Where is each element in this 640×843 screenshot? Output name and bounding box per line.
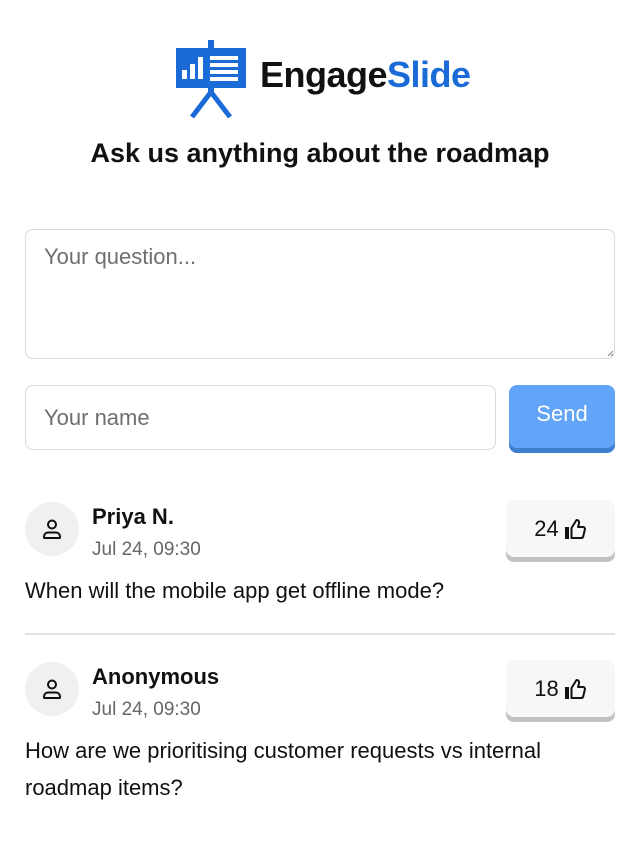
user-icon — [43, 519, 61, 539]
presentation-board-icon — [176, 40, 246, 118]
thumbs-up-icon — [564, 518, 586, 539]
brand-name-part2: Slide — [387, 54, 471, 95]
brand-name-part1: Engage — [260, 54, 388, 95]
question-timestamp: Jul 24, 09:30 — [92, 539, 201, 560]
avatar — [25, 662, 79, 716]
question-item: Priya N. Jul 24, 09:30 24 When will the … — [25, 500, 615, 635]
send-button[interactable]: Send — [509, 385, 615, 448]
name-input[interactable] — [25, 385, 496, 450]
brand-logo: EngageSlide — [172, 40, 471, 118]
question-list: Priya N. Jul 24, 09:30 24 When will the … — [25, 500, 615, 843]
thumbs-up-icon — [564, 678, 586, 699]
resize-handle-icon[interactable] — [606, 349, 614, 357]
vote-count: 24 — [534, 515, 559, 541]
upvote-button[interactable]: 24 — [506, 500, 615, 557]
question-text: When will the mobile app get offline mod… — [25, 578, 445, 603]
page-title: Ask us anything about the roadmap — [90, 138, 550, 168]
question-timestamp: Jul 24, 09:30 — [92, 699, 201, 720]
question-input[interactable] — [25, 229, 615, 359]
question-text: How are we prioritising customer request… — [25, 738, 541, 800]
question-author: Priya N. — [92, 504, 174, 529]
brand-name: EngageSlide — [260, 53, 471, 97]
user-icon — [43, 679, 61, 699]
question-item: Anonymous Jul 24, 09:30 18 How are we pr… — [25, 660, 615, 843]
avatar — [25, 502, 79, 556]
question-author: Anonymous — [92, 664, 220, 689]
vote-count: 18 — [534, 675, 559, 701]
upvote-button[interactable]: 18 — [506, 660, 615, 717]
